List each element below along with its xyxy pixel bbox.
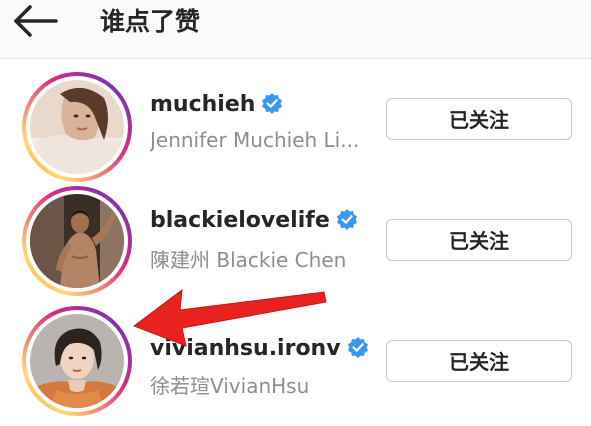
username-link[interactable]: blackielovelife — [150, 208, 358, 233]
page-title: 谁点了赞 — [100, 7, 201, 36]
full-name: 徐若瑄VivianHsu — [150, 374, 310, 398]
verified-badge-icon — [261, 92, 283, 114]
following-button[interactable]: 已关注 — [386, 98, 572, 140]
header-bar: 谁点了赞 — [0, 0, 591, 59]
user-row-blackielovelife: blackielovelife 陳建州 Blackie Chen 已关注 — [0, 186, 591, 296]
avatar[interactable] — [22, 72, 132, 182]
username-link[interactable]: vivianhsu.ironv — [150, 336, 369, 361]
username-link[interactable]: muchieh — [150, 92, 283, 117]
back-arrow-icon[interactable] — [10, 4, 60, 38]
user-row-muchieh: muchieh Jennifer Muchieh Li... 已关注 — [0, 72, 591, 182]
username-text: blackielovelife — [150, 208, 330, 233]
following-button[interactable]: 已关注 — [386, 219, 572, 261]
avatar[interactable] — [22, 186, 132, 296]
username-text: muchieh — [150, 92, 256, 117]
username-text: vivianhsu.ironv — [150, 336, 341, 361]
user-row-vivianhsu: vivianhsu.ironv 徐若瑄VivianHsu 已关注 — [0, 306, 591, 416]
verified-badge-icon — [336, 208, 358, 230]
full-name: 陳建州 Blackie Chen — [150, 248, 347, 272]
verified-badge-icon — [347, 336, 369, 358]
full-name: Jennifer Muchieh Li... — [150, 128, 360, 152]
following-button[interactable]: 已关注 — [386, 340, 572, 382]
avatar[interactable] — [22, 306, 132, 416]
